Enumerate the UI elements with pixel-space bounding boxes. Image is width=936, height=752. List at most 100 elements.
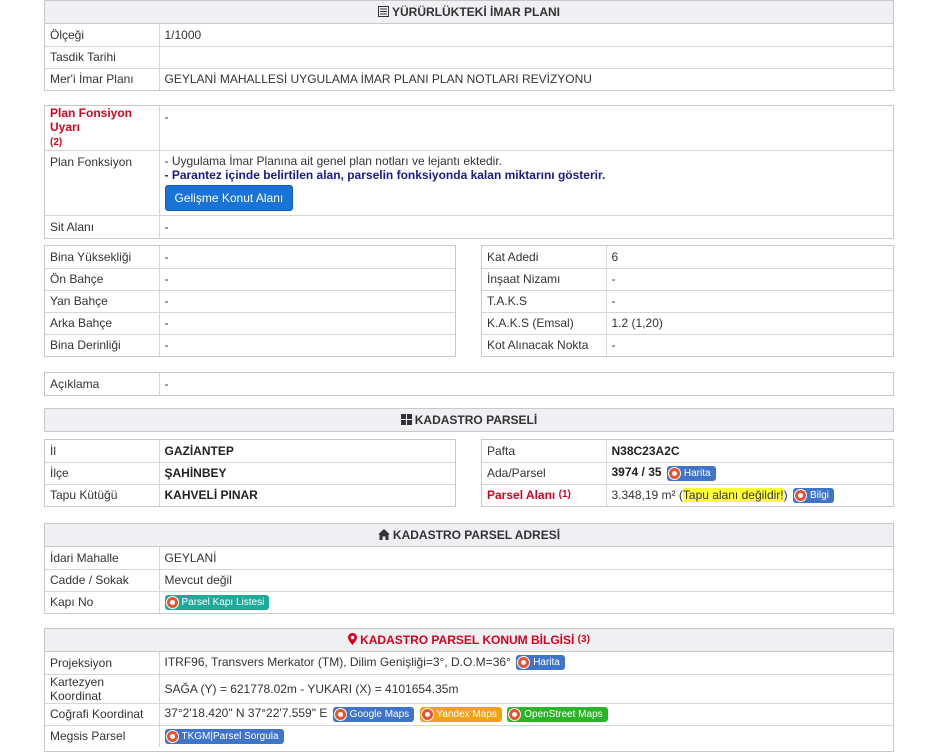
- globe-icon: [333, 707, 347, 721]
- sit-alani-value: -: [159, 215, 893, 238]
- kadastro-right-panel: Pafta N38C23A2C Ada/Parsel 3974 / 35 Har…: [481, 439, 894, 507]
- il-value: GAZİANTEP: [164, 443, 234, 458]
- imar-plani-panel: YÜRÜRLÜKTEKİ İMAR PLANI Ölçeği 1/1000 Tas…: [44, 0, 894, 91]
- table-row: Arka Bahçe -: [45, 311, 455, 334]
- table-row: Tapu Kütüğü KAHVELİ PINAR: [45, 483, 455, 506]
- table-row: Açıklama -: [45, 373, 893, 395]
- adres-title: KADASTRO PARSEL ADRESİ: [392, 528, 561, 542]
- bina-right-table: Kat Adedi 6 İnşaat Nizamı - T.A.K.S - K.A.K…: [482, 246, 893, 356]
- kadastro-header: KADASTRO PARSELİ: [45, 409, 893, 431]
- table-row: Pafta N38C23A2C: [482, 440, 893, 462]
- plan-fonksiyon-label: Plan Fonksiyon: [45, 150, 160, 216]
- ada-parsel-cell: 3974 / 35 Harita: [606, 461, 893, 484]
- megsis-label: Megsis Parsel: [45, 724, 160, 747]
- globe-icon: [165, 595, 179, 609]
- google-maps-button[interactable]: Google Maps: [332, 706, 415, 722]
- ada-parsel-value: 3974 / 35: [611, 465, 662, 480]
- pafta-label: Pafta: [482, 440, 607, 462]
- parantez-note: - Parantez içinde belirtilen alan, parse…: [164, 168, 606, 182]
- projeksiyon-cell: ITRF96, Transvers Merkator (TM), Dilim G…: [159, 652, 893, 674]
- globe-icon: [165, 729, 179, 743]
- plan-fonsiyon-uyari-value: -: [164, 110, 169, 124]
- aciklama-panel: Açıklama -: [44, 372, 894, 396]
- cografi-value: 37°2'18.420" N 37°22'7.559" E: [164, 706, 328, 721]
- adres-panel: KADASTRO PARSEL ADRESİ İdari Mahalle GEYL…: [44, 523, 894, 614]
- aciklama-table: Açıklama -: [45, 373, 893, 395]
- table-row: Kapı No Parsel Kapı Listesi: [45, 590, 893, 613]
- yan-bahce-value: -: [159, 289, 455, 312]
- alan-note-close: ): [783, 487, 788, 502]
- kadastro-right-table: Pafta N38C23A2C Ada/Parsel 3974 / 35 Har…: [482, 440, 893, 506]
- bina-yuksekligi-label: Bina Yüksekliği: [45, 246, 160, 268]
- cografi-label: Coğrafi Koordinat: [45, 702, 160, 725]
- bina-right-panel: Kat Adedi 6 İnşaat Nizamı - T.A.K.S - K.A.K…: [481, 245, 894, 357]
- tapu-kutugu-label: Tapu Kütüğü: [45, 483, 160, 506]
- yandex-maps-button[interactable]: Yandex Maps: [419, 706, 502, 722]
- tapu-alani-note: Tapu alanı değildir!: [682, 487, 784, 502]
- plan-fonksiyon-table: Plan Fonsiyon Uyarı (2) - Plan Fonksiyon …: [45, 106, 893, 238]
- openstreet-maps-button[interactable]: OpenStreet Maps: [507, 706, 608, 722]
- table-row: Ön Bahçe -: [45, 267, 455, 290]
- aciklama-label: Açıklama: [45, 373, 160, 395]
- on-bahce-value: -: [159, 267, 455, 290]
- table-row: Kartezyen Koordinat SAĞA (Y) = 621778.02…: [45, 673, 893, 703]
- idari-mahalle-label: İdari Mahalle: [45, 547, 160, 569]
- bina-left-panel: Bina Yüksekliği - Ön Bahçe - Yan Bahçe - Ar…: [44, 245, 456, 357]
- cadde-sokak-label: Cadde / Sokak: [45, 568, 160, 591]
- table-row: İdari Mahalle GEYLANİ: [45, 547, 893, 569]
- table-row: Megsis Parsel TKGM|Parsel Sorgula: [45, 724, 893, 747]
- table-row: Yan Bahçe -: [45, 289, 455, 312]
- plan-fonksiyon-panel: Plan Fonsiyon Uyarı (2) - Plan Fonksiyon …: [44, 105, 894, 239]
- cografi-cell: 37°2'18.420" N 37°22'7.559" E Google Map…: [159, 702, 893, 725]
- cadde-sokak-value: Mevcut değil: [159, 568, 893, 591]
- ada-parsel-label: Ada/Parsel: [482, 461, 607, 484]
- plan-fonsiyon-uyari-label: Plan Fonsiyon Uyarı (2): [45, 106, 160, 151]
- parsel-kapi-listesi-button[interactable]: Parsel Kapı Listesi: [164, 594, 270, 610]
- table-row: Plan Fonsiyon Uyarı (2) -: [45, 106, 893, 151]
- olcek-label: Ölçeği: [45, 24, 160, 46]
- kadastro-left-panel: İl GAZİANTEP İlçe ŞAHİNBEY Tapu Kütüğü KAHV…: [44, 439, 456, 507]
- home-icon: [377, 529, 390, 540]
- table-row: Sit Alanı -: [45, 215, 893, 238]
- plan-fonksiyon-value: - Uygulama İmar Planına ait genel plan n…: [159, 150, 893, 216]
- megsis-cell: TKGM|Parsel Sorgula: [159, 724, 893, 747]
- sit-alani-label: Sit Alanı: [45, 215, 160, 238]
- bina-derinligi-label: Bina Derinliği: [45, 333, 160, 356]
- ilce-label: İlçe: [45, 461, 160, 484]
- taks-label: T.A.K.S: [482, 289, 607, 312]
- gelisme-konut-alani-button[interactable]: Gelişme Konut Alanı: [164, 185, 294, 211]
- bilgi-button[interactable]: Bilgi: [792, 487, 834, 503]
- konum-header: KADASTRO PARSEL KONUM BİLGİSİ (3): [45, 629, 893, 652]
- kadastro-title: KADASTRO PARSELİ: [414, 413, 538, 427]
- projeksiyon-harita-button[interactable]: Harita: [516, 655, 565, 671]
- bina-left-table: Bina Yüksekliği - Ön Bahçe - Yan Bahçe - Ar…: [45, 246, 455, 356]
- konum-table: Projeksiyon ITRF96, Transvers Merkator (…: [45, 652, 893, 747]
- arka-bahce-label: Arka Bahçe: [45, 311, 160, 334]
- globe-icon: [517, 656, 531, 670]
- projeksiyon-harita-label: Harita: [533, 657, 560, 669]
- arka-bahce-value: -: [159, 311, 455, 334]
- imar-plani-title: YÜRÜRLÜKTEKİ İMAR PLANI: [392, 5, 560, 19]
- table-row: Cadde / Sokak Mevcut değil: [45, 568, 893, 591]
- yandex-maps-label: Yandex Maps: [436, 708, 497, 720]
- table-row: Coğrafi Koordinat 37°2'18.420" N 37°22'7…: [45, 702, 893, 725]
- table-row: Parsel Alanı (1) 3.348,19 m² (Tapu alanı…: [482, 483, 893, 506]
- projeksiyon-label: Projeksiyon: [45, 652, 160, 674]
- parsel-alani-value: 3.348,19 m²: [611, 487, 676, 502]
- ilce-value: ŞAHİNBEY: [159, 461, 455, 484]
- map-marker-icon: [348, 633, 358, 645]
- globe-icon: [793, 488, 807, 502]
- tkgm-parsel-sorgula-button[interactable]: TKGM|Parsel Sorgula: [164, 728, 284, 744]
- idari-mahalle-value: GEYLANİ: [164, 550, 217, 565]
- kot-value: -: [606, 333, 893, 356]
- parsel-alani-label: Parsel Alanı (1): [482, 483, 607, 506]
- adres-header: KADASTRO PARSEL ADRESİ: [45, 524, 893, 547]
- yan-bahce-label: Yan Bahçe: [45, 289, 160, 312]
- meri-plan-label: Mer'i İmar Planı: [45, 67, 160, 90]
- pafta-value: N38C23A2C: [611, 443, 680, 458]
- konum-sup: (3): [577, 634, 590, 645]
- olcek-value: 1/1000: [164, 27, 202, 42]
- google-maps-label: Google Maps: [349, 708, 410, 720]
- aciklama-value: -: [164, 377, 169, 391]
- ada-harita-button[interactable]: Harita: [666, 465, 716, 481]
